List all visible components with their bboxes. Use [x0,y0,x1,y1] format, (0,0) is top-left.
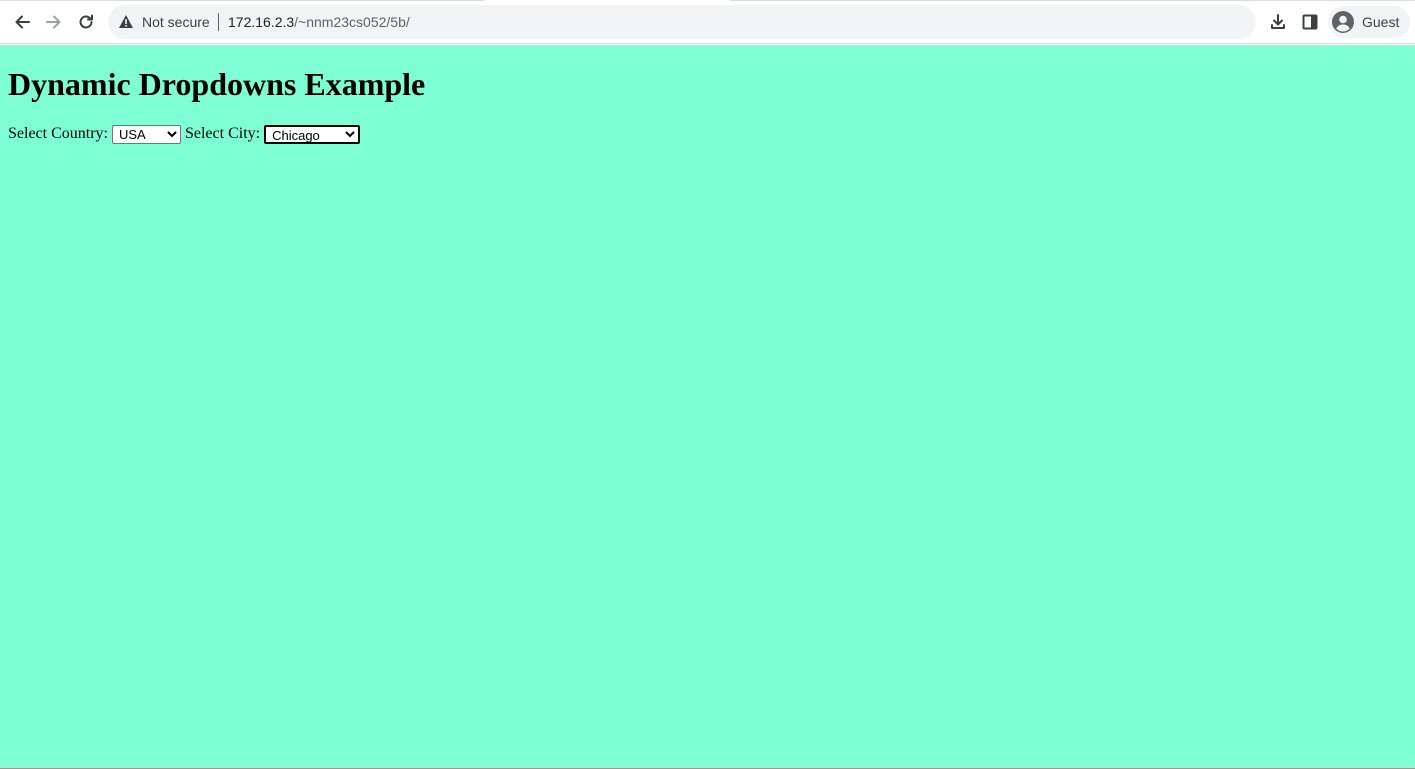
security-status-label[interactable]: Not secure [142,13,210,31]
url-host: 172.16.2.3 [228,14,295,30]
city-select[interactable]: Chicago [264,124,361,144]
profile-button[interactable]: Guest [1328,6,1410,38]
side-panel-button[interactable] [1296,8,1324,36]
page-title: Dynamic Dropdowns Example [8,66,426,102]
back-button[interactable] [7,7,37,37]
browser-toolbar: Not secure 172.16.2.3/~nnm23cs052/5b/ Gu… [0,1,1415,44]
reload-button[interactable] [71,7,101,37]
avatar-icon [1332,11,1354,33]
city-label: Select City: [184,125,261,142]
back-arrow-icon [15,15,30,29]
dropdown-form: Select Country: USA Select City: Chicago [8,124,364,144]
profile-name: Guest [1362,14,1400,30]
warning-icon[interactable] [118,14,134,29]
reload-icon [79,14,93,29]
forward-button[interactable] [39,7,69,37]
page-content: Dynamic Dropdowns Example Select Country… [0,45,1415,768]
download-button[interactable] [1264,8,1292,36]
side-panel-icon [1302,14,1318,30]
url-text[interactable]: 172.16.2.3/~nnm23cs052/5b/ [228,13,410,31]
country-label: Select Country: [8,125,108,142]
url-separator [218,13,219,31]
country-select[interactable]: USA [111,124,181,144]
url-path: /~nnm23cs052/5b/ [294,14,410,30]
forward-arrow-icon [46,15,61,29]
download-icon [1271,14,1285,29]
address-bar[interactable]: Not secure 172.16.2.3/~nnm23cs052/5b/ [108,5,1256,39]
